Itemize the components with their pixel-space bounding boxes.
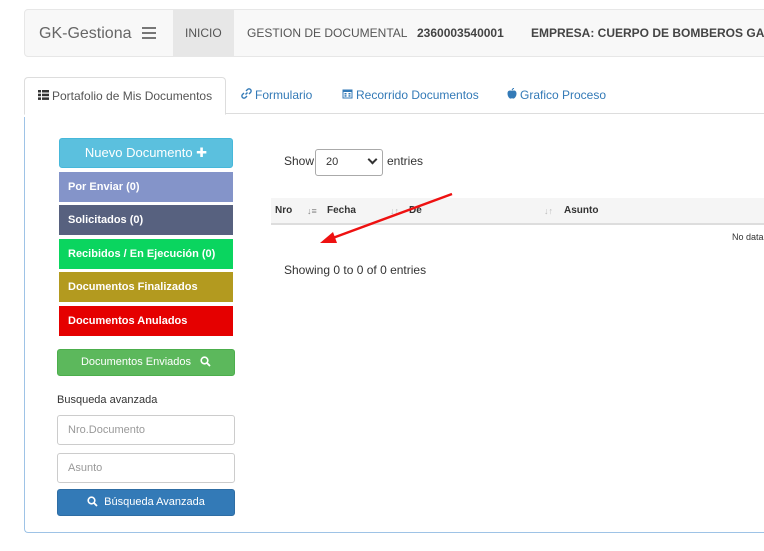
tab-formulario-label: Formulario (255, 88, 313, 102)
app-brand[interactable]: GK-Gestiona (39, 10, 131, 58)
no-data-message: No data (732, 232, 764, 242)
sort-desc-icon: ↓≡ (307, 206, 317, 216)
tab-portafolio[interactable]: Portafolio de Mis Documentos (24, 77, 227, 116)
sort-icon: ↓↑ (390, 206, 399, 216)
search-icon (200, 352, 211, 377)
busqueda-avanzada-button[interactable]: Búsqueda Avanzada (57, 489, 235, 516)
recibidos-button[interactable]: Recibidos / En Ejecución (0) (59, 239, 233, 269)
tab-portafolio-label: Portafolio de Mis Documentos (52, 89, 213, 103)
column-nro[interactable]: Nro (275, 198, 292, 223)
document-tabs: Portafolio de Mis Documentos Formulario … (24, 77, 764, 116)
tab-formulario[interactable]: Formulario (228, 77, 325, 114)
anulados-button[interactable]: Documentos Anulados (59, 306, 233, 336)
column-de[interactable]: De (409, 198, 422, 223)
calendar-icon (342, 78, 353, 115)
tab-recorrido[interactable]: Recorrido Documentos (329, 77, 492, 114)
sort-icon: ↓↑ (544, 206, 553, 216)
table-header: Nro ↓≡ Fecha ↓↑ De ↓↑ Asunto (271, 198, 764, 225)
apple-icon (507, 78, 517, 115)
table-list-icon (38, 79, 49, 116)
chevron-down-icon (367, 154, 378, 165)
nav-gestion-documental[interactable]: GESTION DE DOCUMENTAL (235, 10, 419, 56)
busqueda-avanzada-label: Búsqueda Avanzada (104, 496, 205, 508)
tab-grafico[interactable]: Grafico Proceso (494, 77, 619, 114)
documentos-enviados-button[interactable]: Documentos Enviados (57, 349, 235, 376)
column-fecha[interactable]: Fecha (327, 198, 356, 223)
column-asunto[interactable]: Asunto (564, 198, 598, 223)
tab-grafico-label: Grafico Proceso (520, 88, 607, 102)
nuevo-documento-button[interactable]: Nuevo Documento ✚ (59, 138, 233, 168)
nav-ruc[interactable]: 2360003540001 (405, 10, 516, 56)
nro-documento-input[interactable] (57, 415, 235, 445)
documentos-enviados-label: Documentos Enviados (80, 356, 191, 368)
plus-icon: ✚ (196, 145, 208, 160)
finalizados-button[interactable]: Documentos Finalizados (59, 272, 233, 302)
busqueda-avanzada-heading: Busqueda avanzada (57, 394, 158, 406)
show-label: Show (284, 154, 315, 168)
table-info: Showing 0 to 0 of 0 entries (284, 263, 427, 277)
nuevo-documento-label: Nuevo Documento (84, 145, 193, 160)
nav-inicio[interactable]: INICIO (173, 10, 234, 56)
nav-empresa[interactable]: EMPRESA: CUERPO DE BOMBEROS GAD DE (519, 10, 764, 56)
entries-label: entries (387, 154, 424, 168)
tab-recorrido-label: Recorrido Documentos (356, 88, 479, 102)
menu-toggle-icon[interactable] (142, 27, 156, 39)
link-icon (241, 78, 252, 115)
search-icon (87, 492, 98, 517)
page-size-value: 20 (326, 156, 339, 168)
asunto-input[interactable] (57, 453, 235, 483)
top-navbar: GK-Gestiona INICIO GESTION DE DOCUMENTAL… (24, 9, 764, 57)
por-enviar-button[interactable]: Por Enviar (0) (59, 172, 233, 202)
page-size-select[interactable]: 20 (315, 149, 383, 176)
solicitados-button[interactable]: Solicitados (0) (59, 205, 233, 235)
